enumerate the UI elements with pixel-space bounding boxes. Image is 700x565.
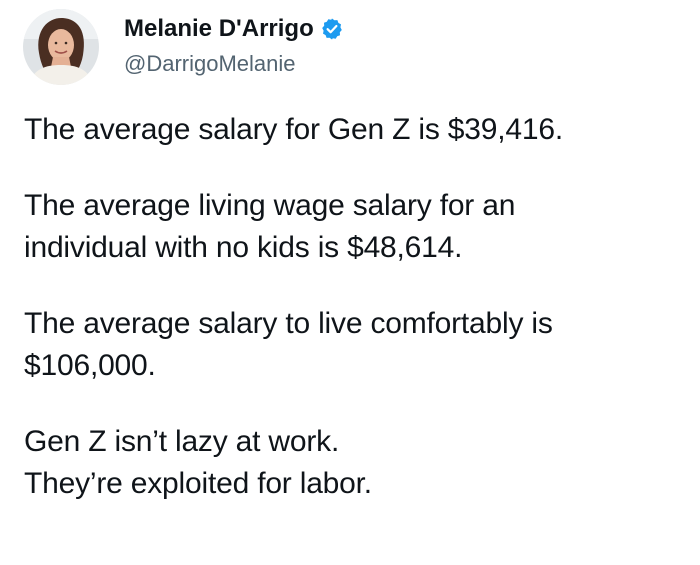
- tweet-paragraph: The average salary for Gen Z is $39,416.: [24, 109, 684, 151]
- tweet-card: Melanie D'Arrigo @DarrigoMelanie The ave…: [0, 0, 700, 565]
- tweet-line: They’re exploited for labor.: [24, 467, 372, 500]
- author-name[interactable]: Melanie D'Arrigo: [124, 14, 344, 44]
- tweet-line: $106,000.: [24, 349, 156, 382]
- tweet-paragraph: The average living wage salary for an in…: [24, 185, 684, 269]
- tweet-line: Gen Z isn’t lazy at work.: [24, 425, 340, 458]
- tweet-line: The average salary for Gen Z is $39,416.: [24, 113, 563, 146]
- author-name-text: Melanie D'Arrigo: [124, 15, 314, 42]
- tweet-paragraph: Gen Z isn’t lazy at work. They’re exploi…: [24, 421, 684, 505]
- tweet-line: individual with no kids is $48,614.: [24, 231, 463, 264]
- tweet-line: The average salary to live comfortably i…: [24, 307, 553, 340]
- author-handle[interactable]: @DarrigoMelanie: [124, 50, 296, 78]
- tweet-line: The average living wage salary for an: [24, 189, 516, 222]
- tweet-text: The average salary for Gen Z is $39,416.…: [24, 109, 684, 505]
- verified-badge-icon: [320, 17, 344, 41]
- avatar[interactable]: [23, 9, 99, 85]
- tweet-paragraph: The average salary to live comfortably i…: [24, 303, 684, 387]
- avatar-photo: [23, 9, 99, 85]
